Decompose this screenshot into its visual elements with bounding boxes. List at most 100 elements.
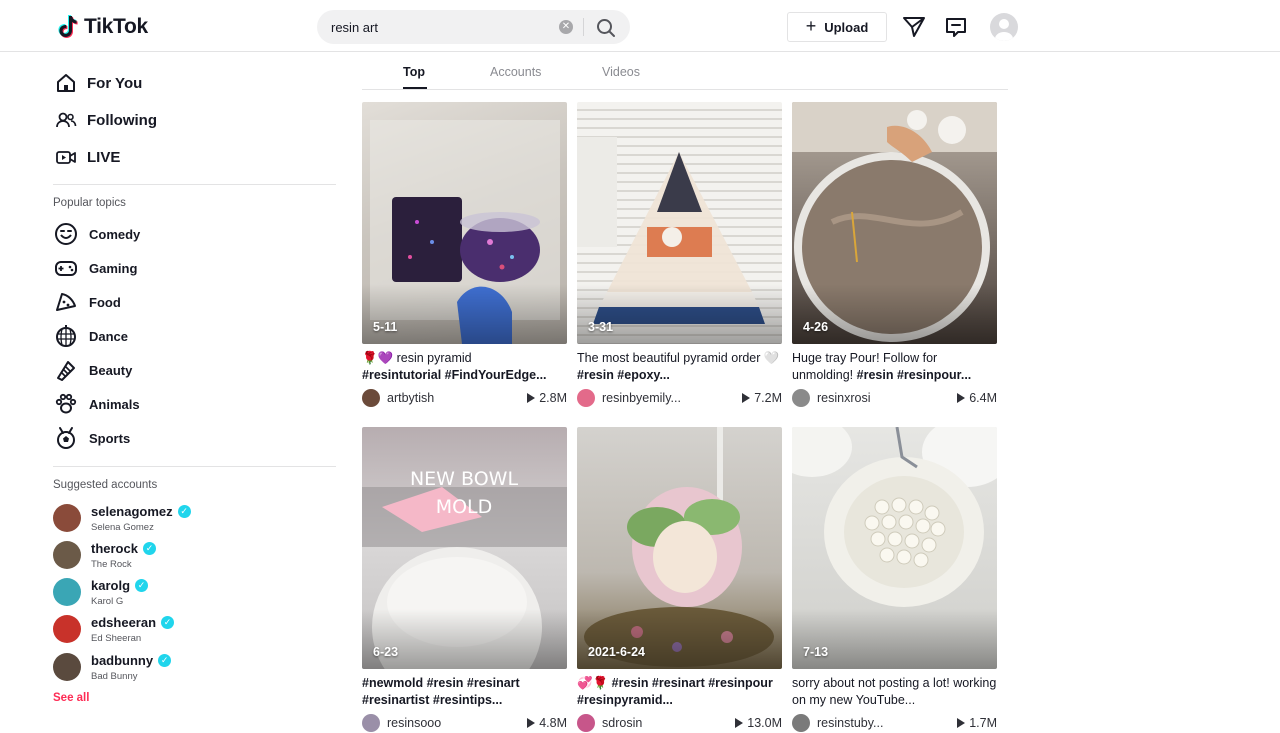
account-display-name: Selena Gomez <box>91 522 154 533</box>
topic-label: Animals <box>89 396 140 412</box>
topic-gaming[interactable]: Gaming <box>54 256 137 280</box>
video-thumbnail[interactable]: 5-11 <box>362 102 567 344</box>
topic-label: Sports <box>89 430 131 446</box>
search-input[interactable] <box>331 10 561 44</box>
creator-name[interactable]: resinxrosi <box>817 391 927 405</box>
view-count-value: 7.2M <box>754 391 782 405</box>
search-bar[interactable]: ✕ <box>317 10 630 44</box>
suggested-accounts-title: Suggested accounts <box>53 479 158 491</box>
video-thumbnail[interactable]: NEW BOWL MOLD 6-23 <box>362 427 567 669</box>
account-username: karolg <box>91 578 131 593</box>
desc-hashtags[interactable]: #resin #epoxy... <box>577 368 670 382</box>
account-username: edsheeran <box>91 615 157 630</box>
suggested-account[interactable]: karolg ✓ Karol G <box>53 578 323 608</box>
view-count: 4.8M <box>527 716 567 730</box>
creator-name[interactable]: resinbyemily... <box>602 391 712 405</box>
video-date: 2021-6-24 <box>588 645 645 659</box>
topic-comedy[interactable]: Comedy <box>54 222 140 246</box>
tab-top[interactable]: Top <box>403 65 425 79</box>
thumbnail-shade <box>577 284 782 344</box>
upload-label: Upload <box>824 19 869 35</box>
avatar <box>53 615 81 643</box>
tab-accounts[interactable]: Accounts <box>490 65 541 79</box>
creator-avatar[interactable] <box>577 714 595 732</box>
topic-sports[interactable]: Sports <box>54 426 130 450</box>
logo-text: TikTok <box>84 15 148 38</box>
verified-icon: ✓ <box>135 579 149 592</box>
creator-name[interactable]: resinsooo <box>387 716 497 730</box>
avatar <box>53 653 81 681</box>
account-username-row: karolg ✓ <box>91 578 149 593</box>
video-description: 💞🌹 #resin #resinart #resinpour #resinpyr… <box>577 675 782 709</box>
suggested-account[interactable]: therock ✓ The Rock <box>53 541 323 571</box>
desc-hashtags[interactable]: #resin #resinpour... <box>857 368 972 382</box>
desc-hashtags[interactable]: #resintutorial #FindYourEdge... <box>362 368 547 382</box>
avatar <box>53 578 81 606</box>
play-icon <box>742 393 751 403</box>
home-icon <box>55 72 77 94</box>
verified-icon: ✓ <box>161 616 175 629</box>
sidebar-item-for-you[interactable]: For You <box>55 72 142 94</box>
search-icon[interactable] <box>595 17 617 39</box>
desc-text: sorry about not posting a lot! working o… <box>792 676 997 707</box>
sidebar-item-label: Following <box>87 111 157 129</box>
suggested-account[interactable]: badbunny ✓ Bad Bunny <box>53 653 323 683</box>
creator-avatar[interactable] <box>362 389 380 407</box>
suggested-account[interactable]: edsheeran ✓ Ed Sheeran <box>53 615 323 645</box>
topic-dance[interactable]: Dance <box>54 324 128 348</box>
video-thumbnail[interactable]: 7-13 <box>792 427 997 669</box>
thumbnail-shade <box>362 609 567 669</box>
creator-name[interactable]: resinstuby... <box>817 716 927 730</box>
creator-name[interactable]: sdrosin <box>602 716 712 730</box>
see-all-link[interactable]: See all <box>53 692 89 704</box>
creator-avatar[interactable] <box>792 714 810 732</box>
video-thumbnail[interactable]: 2021-6-24 <box>577 427 782 669</box>
suggested-account[interactable]: selenagomez ✓ Selena Gomez <box>53 504 323 534</box>
avatar <box>53 541 81 569</box>
video-description: 🌹💜 resin pyramid #resintutorial #FindYour… <box>362 350 567 384</box>
thumbnail-shade <box>792 609 997 669</box>
topic-beauty[interactable]: Beauty <box>54 358 132 382</box>
video-thumbnail[interactable]: 3-31 <box>577 102 782 344</box>
tab-videos[interactable]: Videos <box>602 65 640 79</box>
play-icon <box>957 393 966 403</box>
topic-label: Comedy <box>89 226 141 242</box>
view-count: 13.0M <box>735 716 782 730</box>
creator-avatar[interactable] <box>362 714 380 732</box>
topic-food[interactable]: Food <box>54 290 121 314</box>
view-count: 1.7M <box>957 716 997 730</box>
upload-button[interactable]: + Upload <box>787 12 887 42</box>
topic-label: Dance <box>89 328 129 344</box>
animals-icon <box>54 392 78 416</box>
sidebar-item-live[interactable]: LIVE <box>55 146 120 168</box>
topic-label: Food <box>89 294 121 310</box>
inbox-icon[interactable] <box>944 15 968 39</box>
creator-avatar[interactable] <box>577 389 595 407</box>
creator-avatar[interactable] <box>792 389 810 407</box>
topic-animals[interactable]: Animals <box>54 392 140 416</box>
view-count-value: 2.8M <box>539 391 567 405</box>
gaming-icon <box>54 256 78 280</box>
video-description: #newmold #resin #resinart #resinartist #… <box>362 675 567 709</box>
tiktok-logo[interactable]: TikTok <box>56 14 148 40</box>
account-username: badbunny <box>91 653 154 668</box>
video-meta: artbytish 2.8M <box>362 388 567 408</box>
view-count-value: 6.4M <box>969 391 997 405</box>
creator-name[interactable]: artbytish <box>387 391 497 405</box>
avatar[interactable] <box>990 13 1018 41</box>
divider <box>53 184 336 185</box>
account-username-row: edsheeran ✓ <box>91 615 175 630</box>
clear-icon[interactable]: ✕ <box>559 20 573 34</box>
desc-hashtags[interactable]: #newmold #resin #resinart #resinartist #… <box>362 676 520 707</box>
desc-text: The most beautiful pyramid order 🤍 <box>577 351 780 365</box>
account-display-name: The Rock <box>91 559 132 570</box>
verified-icon: ✓ <box>142 542 156 555</box>
sidebar-item-following[interactable]: Following <box>55 109 157 131</box>
video-thumbnail[interactable]: 4-26 <box>792 102 997 344</box>
top-bar: TikTok ✕ + Upload <box>0 0 1280 52</box>
thumbnail-shade <box>577 609 782 669</box>
popular-topics-title: Popular topics <box>53 197 126 209</box>
dance-icon <box>54 324 78 348</box>
video-meta: resinbyemily... 7.2M <box>577 388 782 408</box>
send-icon[interactable] <box>902 15 926 39</box>
